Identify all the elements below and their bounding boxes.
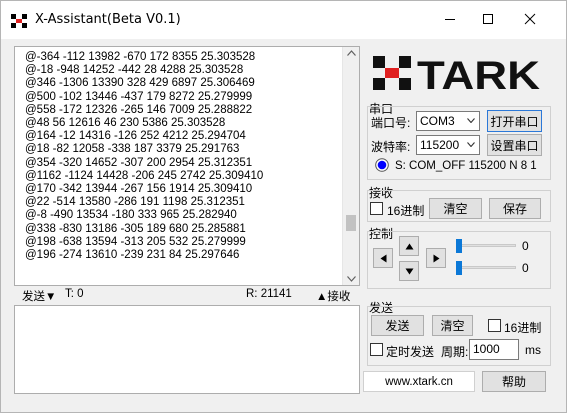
port-settings-button[interactable]: 设置串口 <box>487 134 542 156</box>
log-line: @346 -1306 13390 328 429 6897 25.306469 <box>25 77 255 90</box>
baud-label: 波特率: <box>371 140 411 154</box>
scroll-thumb[interactable] <box>346 215 356 231</box>
log-line: @1162 -1124 14428 -206 245 2742 25.30941… <box>25 169 264 182</box>
send-button[interactable]: 发送 <box>371 315 424 336</box>
log-line: @22 -514 13580 -286 191 1198 25.312351 <box>25 196 245 209</box>
chevron-down-icon <box>467 142 475 147</box>
send-hex-label: 16进制 <box>504 321 542 335</box>
slider-2-track[interactable] <box>456 266 516 269</box>
website-link[interactable]: www.xtark.cn <box>363 371 475 392</box>
app-window: X-Assistant(Beta V0.1) @-364 -112 13982 … <box>0 0 567 413</box>
close-button[interactable] <box>508 1 552 37</box>
log-line: @48 56 12616 46 230 5386 25.303528 <box>25 117 226 130</box>
receive-hex-checkbox[interactable] <box>370 202 383 215</box>
arrow-left-icon <box>380 254 386 262</box>
slider-2-thumb[interactable] <box>456 261 462 275</box>
send-toggle[interactable]: 发送▼ <box>22 288 56 304</box>
help-button[interactable]: 帮助 <box>482 371 546 392</box>
xtark-logo: TARK <box>373 54 540 93</box>
minimize-icon <box>445 19 455 20</box>
log-line: @-364 -112 13982 -670 172 8355 25.303528 <box>25 51 256 63</box>
receive-hex-label: 16进制 <box>387 204 425 218</box>
slider-2-value: 0 <box>522 261 529 275</box>
port-status-text: S: COM_OFF 115200 N 8 1 <box>395 160 537 172</box>
maximize-button[interactable] <box>466 1 510 37</box>
log-line: @338 -830 13186 -305 189 680 25.285881 <box>25 222 246 235</box>
log-line: @18 -82 12058 -338 187 3379 25.291763 <box>25 143 240 156</box>
status-row: 发送▼ T: 0 R: 21141 ▲接收 <box>14 288 360 304</box>
receive-textarea[interactable]: @-364 -112 13982 -670 172 8355 25.303528… <box>14 46 360 286</box>
log-line: @-8 -490 13534 -180 333 965 25.282940 <box>25 209 237 222</box>
open-port-button[interactable]: 打开串口 <box>487 110 542 132</box>
port-value: COM3 <box>420 114 455 128</box>
log-line: @196 -274 13610 -239 231 84 25.297646 <box>25 249 240 262</box>
chevron-down-icon <box>467 118 475 123</box>
log-line: @-18 -948 14252 -442 28 4288 25.303528 <box>25 64 244 77</box>
logo-text: TARK <box>417 54 540 93</box>
log-line: @170 -342 13944 -267 156 1914 25.309410 <box>25 183 253 196</box>
slider-1-thumb[interactable] <box>456 239 462 253</box>
receive-clear-button[interactable]: 清空 <box>429 198 482 219</box>
arrow-up-icon <box>405 243 413 249</box>
port-select[interactable]: COM3 <box>416 111 480 131</box>
slider-1-track[interactable] <box>456 244 516 247</box>
timed-send-label: 定时发送 <box>386 345 435 359</box>
send-clear-button[interactable]: 清空 <box>432 315 473 336</box>
arrow-right-icon <box>433 254 439 262</box>
period-input[interactable]: 1000 <box>469 339 519 360</box>
log-line: @198 -638 13594 -313 205 532 25.279999 <box>25 235 246 248</box>
log-line: @354 -320 14652 -307 200 2954 25.312351 <box>25 156 253 169</box>
up-button[interactable] <box>399 236 419 256</box>
window-title: X-Assistant(Beta V0.1) <box>35 12 181 27</box>
left-button[interactable] <box>373 248 393 268</box>
status-indicator-icon <box>375 158 389 172</box>
send-hex-checkbox[interactable] <box>488 319 501 332</box>
baud-select[interactable]: 115200 <box>416 135 480 155</box>
log-line: @558 -172 12326 -265 146 7009 25.288822 <box>25 103 253 116</box>
tx-count: T: 0 <box>65 288 84 300</box>
arrow-down-icon <box>405 268 413 274</box>
port-label: 端口号: <box>371 116 411 130</box>
slider-1-value: 0 <box>522 239 529 253</box>
baud-value: 115200 <box>420 138 460 152</box>
right-button[interactable] <box>426 248 446 268</box>
timed-send-checkbox[interactable] <box>370 343 383 356</box>
log-line: @500 -102 13446 -437 179 8272 25.279999 <box>25 90 253 103</box>
down-button[interactable] <box>399 261 419 281</box>
title-bar: X-Assistant(Beta V0.1) <box>1 1 566 39</box>
send-textarea[interactable] <box>14 305 360 394</box>
scroll-down-icon[interactable] <box>347 276 356 282</box>
receive-toggle[interactable]: ▲接收 <box>316 288 350 304</box>
maximize-icon <box>483 14 493 24</box>
rx-count: R: 21141 <box>246 288 292 300</box>
period-unit: ms <box>525 343 541 357</box>
app-logo-icon <box>11 14 27 28</box>
receive-save-button[interactable]: 保存 <box>489 198 541 219</box>
close-icon <box>524 13 536 25</box>
receive-log: @-364 -112 13982 -670 172 8355 25.303528… <box>25 51 345 262</box>
period-label: 周期: <box>441 345 469 359</box>
log-line: @164 -12 14316 -126 252 4212 25.294704 <box>25 130 246 143</box>
receive-scrollbar[interactable] <box>342 47 359 285</box>
scroll-up-icon[interactable] <box>347 50 356 56</box>
